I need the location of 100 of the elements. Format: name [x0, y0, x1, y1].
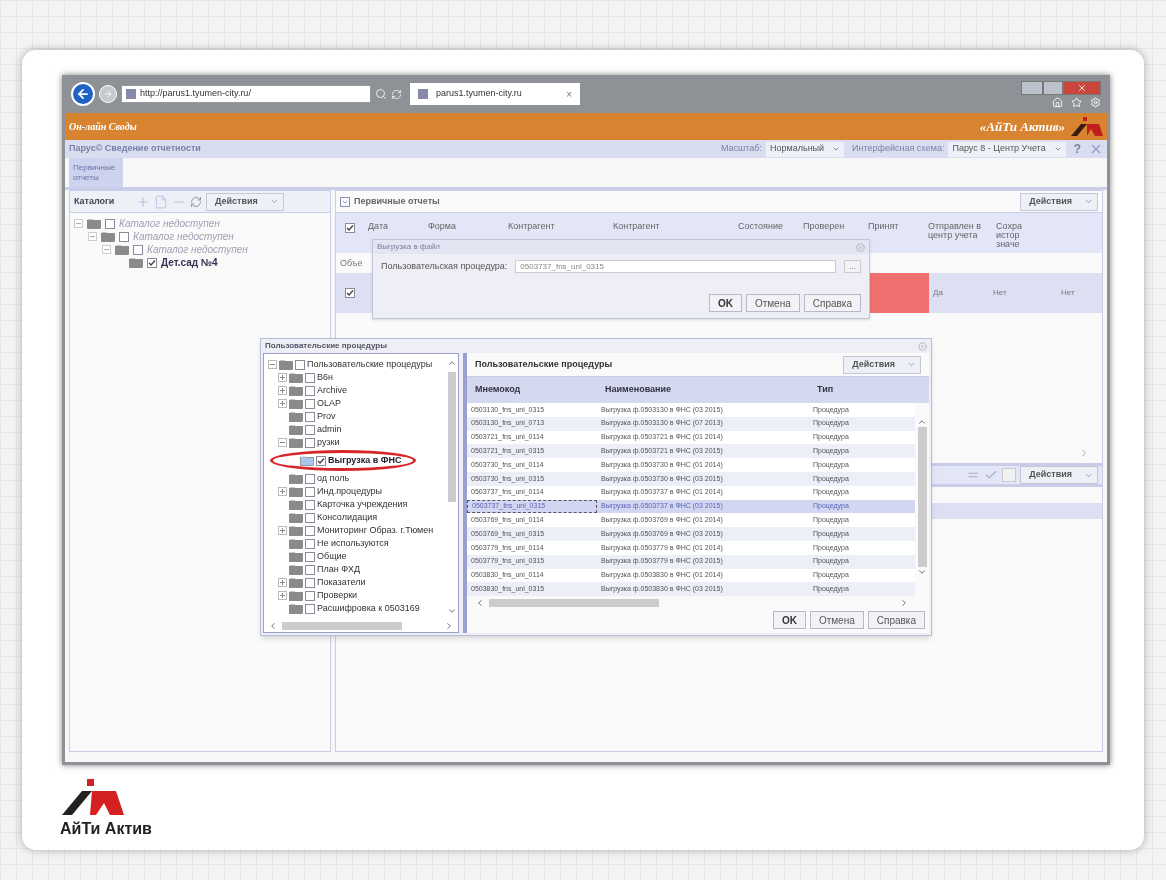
search-icon[interactable] [375, 88, 387, 100]
home-icon[interactable] [1052, 96, 1063, 108]
check-icon[interactable] [984, 468, 999, 482]
dialog-button[interactable]: OK [708, 294, 742, 312]
tree-item[interactable]: Проверки [317, 588, 358, 603]
tree-item[interactable]: Карточка учреждения [317, 497, 408, 512]
scrollbar-thumb[interactable] [448, 372, 456, 502]
column-header[interactable]: Мнемокод [467, 383, 597, 397]
tree-item[interactable]: од поль [317, 471, 350, 486]
checkbox[interactable] [305, 577, 315, 588]
checkbox[interactable] [305, 486, 315, 497]
dialog-button[interactable]: Отмена [745, 294, 800, 312]
column-header[interactable]: Проверен [799, 222, 864, 231]
scroll-down-icon[interactable] [917, 567, 927, 577]
tab-close[interactable]: × [566, 86, 572, 102]
tree-item[interactable]: Консолидация [317, 510, 378, 525]
scrollbar-thumb[interactable] [489, 599, 659, 608]
column-header[interactable]: Наименование [597, 383, 809, 397]
scrollbar-thumb[interactable] [282, 622, 402, 630]
refresh-icon[interactable] [190, 195, 202, 208]
address-bar[interactable]: http://parus1.tyumen-city.ru/ [121, 85, 371, 103]
scheme-dropdown[interactable]: Парус 8 - Центр Учета [948, 141, 1066, 157]
dialog-button[interactable]: Отмена [809, 611, 864, 629]
expand-toggle[interactable] [278, 591, 287, 600]
column-header[interactable]: Контрагент [609, 222, 734, 231]
tree-item[interactable]: Пользовательские процедуры [307, 357, 433, 372]
column-header[interactable]: Дата [364, 222, 424, 231]
checkbox[interactable] [305, 551, 315, 562]
tree-item[interactable]: Мониторинг Образ. г.Тюмен [317, 523, 434, 538]
browser-tab[interactable]: parus1.tyumen-city.ru × [410, 83, 580, 105]
procedure-field[interactable]: 0503737_fns_uni_0315 [515, 260, 837, 274]
actions-dropdown[interactable]: Действия [843, 355, 921, 374]
scroll-up-icon[interactable] [917, 417, 927, 427]
checked-checkbox[interactable] [316, 455, 326, 466]
forward-button[interactable] [99, 85, 117, 103]
checkbox[interactable] [305, 603, 315, 614]
tree-item[interactable]: В6н [317, 370, 333, 385]
tree-item[interactable]: Показатели [317, 575, 366, 590]
scroll-down-icon[interactable] [447, 606, 457, 616]
checkbox[interactable] [305, 372, 315, 383]
maximize-button[interactable] [1043, 80, 1063, 95]
scroll-up-icon[interactable] [447, 358, 457, 368]
checked-checkbox[interactable] [345, 223, 355, 233]
column-header[interactable]: Форма [424, 222, 504, 231]
scroll-right-icon[interactable] [444, 621, 454, 631]
expand-toggle[interactable] [278, 526, 287, 535]
checked-checkbox[interactable] [147, 257, 157, 268]
checkbox[interactable] [305, 512, 315, 523]
star-icon[interactable] [1071, 96, 1082, 108]
collapse-toggle[interactable] [102, 245, 111, 254]
close-icon[interactable] [1089, 142, 1103, 156]
collapse-toggle[interactable] [88, 232, 97, 241]
tree-item[interactable]: Общие [317, 549, 347, 564]
checkbox[interactable] [305, 525, 315, 536]
tree-item[interactable]: Дет.сад №4 [161, 255, 218, 270]
scroll-right-icon[interactable] [899, 598, 909, 609]
checkbox[interactable] [305, 437, 315, 448]
filter-icon[interactable] [340, 196, 350, 207]
close-icon[interactable] [856, 242, 865, 252]
checkbox[interactable] [305, 564, 315, 575]
checkbox[interactable] [133, 244, 143, 255]
checkbox[interactable] [305, 538, 315, 549]
collapse-toggle[interactable] [268, 360, 277, 369]
close-button[interactable] [1063, 80, 1101, 95]
collapse-toggle[interactable] [278, 438, 287, 447]
checkbox[interactable] [295, 359, 305, 370]
column-header[interactable]: Принят [864, 222, 924, 231]
expand-toggle[interactable] [278, 373, 287, 382]
back-button[interactable] [71, 82, 95, 106]
tree-item[interactable]: admin [317, 422, 342, 437]
checkbox[interactable] [305, 385, 315, 396]
column-header[interactable]: Состояние [734, 222, 799, 231]
column-header[interactable]: Тип [809, 383, 879, 397]
tree-item[interactable]: План ФХД [317, 562, 361, 577]
column-header[interactable]: Контрагент [504, 222, 609, 231]
checkbox[interactable] [105, 218, 115, 229]
checkbox[interactable] [305, 473, 315, 484]
checkbox[interactable] [305, 424, 315, 435]
checkbox[interactable] [305, 499, 315, 510]
checked-checkbox[interactable] [345, 288, 355, 298]
checkbox[interactable] [119, 231, 129, 242]
dialog-button[interactable]: OK [772, 611, 806, 629]
tree-item[interactable]: Инд.процедуры [317, 484, 383, 499]
expand-toggle[interactable] [278, 386, 287, 395]
close-icon[interactable] [918, 341, 927, 351]
actions-dropdown[interactable]: Действия [206, 192, 284, 211]
dialog-button[interactable]: Справка [803, 294, 861, 312]
actions-dropdown[interactable]: Действия [1020, 466, 1098, 484]
scroll-left-icon[interactable] [475, 598, 485, 609]
scrollbar-thumb[interactable] [917, 427, 927, 567]
expand-toggle[interactable] [278, 487, 287, 496]
checkbox[interactable] [305, 398, 315, 409]
tree-item[interactable]: Расшифровка к 0503169 [317, 601, 420, 616]
collapse-toggle[interactable] [74, 219, 83, 228]
column-header[interactable]: Отправлен в центр учета [924, 222, 992, 240]
scroll-left-icon[interactable] [268, 621, 278, 631]
tree-item[interactable]: OLAP [317, 396, 341, 411]
expand-toggle[interactable] [278, 578, 287, 587]
settings-icon[interactable] [1090, 96, 1101, 108]
tree-item[interactable]: рузки [317, 435, 340, 450]
